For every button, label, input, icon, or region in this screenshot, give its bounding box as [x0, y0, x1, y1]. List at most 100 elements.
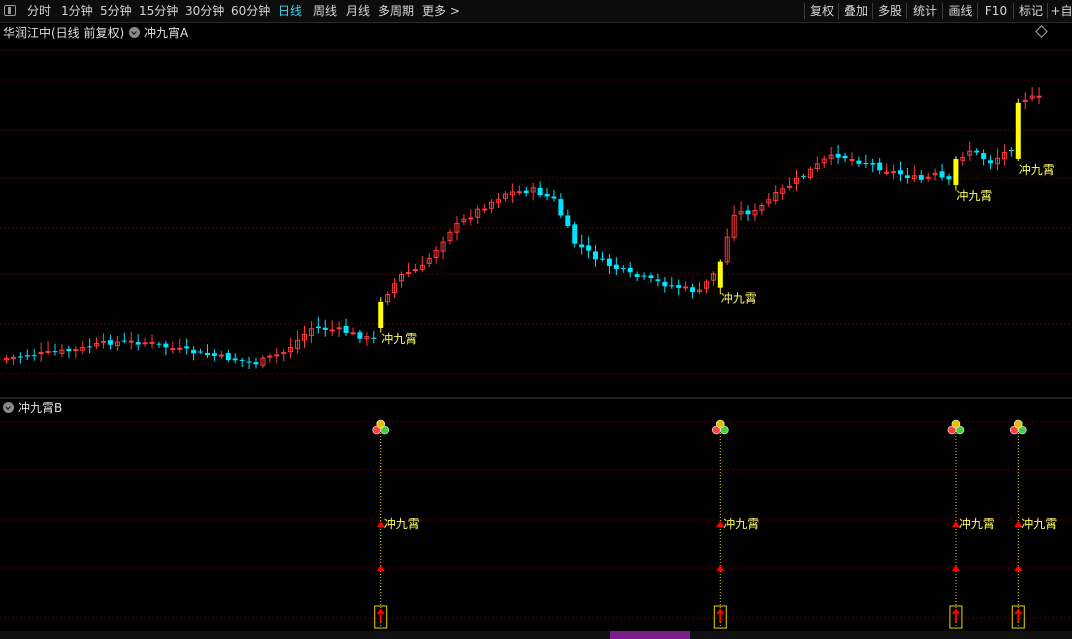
candle-body — [835, 153, 841, 158]
period-tab-1[interactable]: 1分钟 — [61, 0, 93, 22]
candle-body — [897, 170, 903, 175]
candle-body — [891, 171, 897, 174]
indicator-a-dropdown-icon[interactable] — [129, 27, 140, 38]
period-tab-3[interactable]: 15分钟 — [139, 0, 178, 22]
period-tab-9[interactable]: 多周期 — [378, 0, 414, 22]
candle-body — [579, 244, 585, 248]
candle-body — [586, 245, 592, 251]
candle-body — [676, 285, 682, 288]
period-tab-2[interactable]: 5分钟 — [100, 0, 132, 22]
signal-label-sub: 冲九霄 — [723, 516, 759, 531]
toolbar-button-5[interactable]: F10 — [979, 0, 1013, 22]
toolbar-button-1[interactable]: 叠加 — [840, 0, 872, 22]
candle-body — [371, 337, 377, 339]
period-tab-10[interactable]: 更多 > — [422, 0, 460, 22]
candle-body — [38, 352, 44, 355]
toolbar-separator — [1013, 3, 1014, 19]
candle-body — [599, 258, 605, 260]
candle-body — [142, 342, 148, 345]
signal-box-arrow-icon — [716, 608, 725, 622]
candle-body — [842, 155, 848, 159]
candle-body — [31, 355, 37, 357]
signal-label-main: 冲九霄 — [1019, 162, 1055, 177]
toolbar-separator — [804, 3, 805, 19]
signal-label-sub: 冲九霄 — [959, 516, 995, 531]
candle-body — [128, 340, 134, 343]
candle-body — [662, 281, 668, 287]
candle-body — [350, 332, 356, 335]
candle-body — [274, 354, 280, 357]
candle-body — [683, 286, 689, 289]
candle-body — [870, 163, 876, 165]
indicator-b-name[interactable]: 冲九霄B — [18, 399, 62, 416]
candle-body — [101, 340, 107, 343]
candle-body — [717, 261, 723, 288]
period-tab-6[interactable]: 日线 — [278, 0, 302, 22]
candle-body — [149, 341, 155, 344]
indicator-a-name[interactable]: 冲九宵A — [144, 24, 188, 41]
candle-body — [45, 350, 51, 353]
candle-body — [204, 352, 210, 356]
period-tab-4[interactable]: 30分钟 — [185, 0, 224, 22]
period-tab-8[interactable]: 月线 — [346, 0, 370, 22]
candle-body — [648, 275, 654, 279]
candle-body — [246, 361, 252, 363]
candle-body — [66, 348, 72, 352]
candle-body — [170, 348, 176, 351]
candle-body — [745, 210, 751, 215]
candle-body — [253, 362, 259, 365]
candle-body — [191, 349, 197, 354]
stock-title: 华润江中(日线 前复权) — [3, 26, 125, 40]
toolbar-button-4[interactable]: 画线 — [944, 0, 977, 22]
candle-body — [613, 264, 619, 270]
signal-cluster-dot — [951, 419, 961, 429]
period-toolbar: 分时 1分钟 5分钟 15分钟 30分钟 60分钟 日线 周线 月线 多周期 更多 > 复权 叠加 多股… — [0, 0, 1072, 23]
toolbar-button-6[interactable]: 标记 — [1015, 0, 1047, 22]
toolbar-button-0[interactable]: 复权 — [806, 0, 838, 22]
candle-body — [800, 175, 806, 177]
candle-body — [121, 340, 127, 342]
candle-body — [856, 160, 862, 164]
candle-body — [1008, 150, 1014, 152]
candle-body — [918, 175, 924, 180]
candle-body — [981, 153, 987, 159]
candle-body — [198, 351, 204, 353]
candle-body — [135, 342, 141, 345]
candle-body — [516, 191, 522, 194]
candle-body — [1036, 95, 1042, 98]
candle-body — [537, 187, 543, 196]
candle-body — [281, 352, 287, 355]
period-tab-7[interactable]: 周线 — [313, 0, 337, 22]
toolbar-separator — [942, 3, 943, 19]
toolbar-separator — [838, 3, 839, 19]
candle-body — [225, 353, 231, 361]
candle-body — [177, 347, 183, 350]
toolbar-separator — [906, 3, 907, 19]
period-tab-5[interactable]: 60分钟 — [231, 0, 270, 22]
toolbar-button-7[interactable]: +自 — [1049, 0, 1072, 22]
signal-label-main: 冲九霄 — [381, 331, 417, 346]
indicator-b-dropdown-icon[interactable] — [3, 402, 14, 413]
candle-body — [107, 340, 113, 345]
period-tab-0[interactable]: 分时 — [27, 0, 51, 22]
candle-body — [627, 267, 633, 273]
toolbar-button-3[interactable]: 统计 — [908, 0, 942, 22]
candle-body — [669, 285, 675, 287]
candle-body — [551, 196, 557, 199]
kline-chart-area[interactable]: 冲九霄冲九霄冲九霄冲九霄冲九霄冲九霄冲九霄冲九霄 — [0, 22, 1072, 631]
panel-toggle-icon[interactable] — [4, 5, 16, 16]
candle-body — [267, 355, 273, 358]
candle-body — [988, 160, 994, 164]
candle-body — [544, 193, 550, 197]
candle-body — [468, 217, 474, 220]
candle-body — [10, 356, 16, 359]
signal-cluster-dot — [715, 419, 725, 429]
date-cursor-marker — [610, 631, 690, 639]
signal-label-sub: 冲九霄 — [384, 516, 420, 531]
candle-body — [655, 279, 661, 282]
signal-cluster-dot — [1013, 419, 1023, 429]
toolbar-separator — [1047, 3, 1048, 19]
signal-label-sub: 冲九霄 — [1021, 516, 1057, 531]
toolbar-button-2[interactable]: 多股 — [874, 0, 906, 22]
candle-body — [939, 171, 945, 178]
